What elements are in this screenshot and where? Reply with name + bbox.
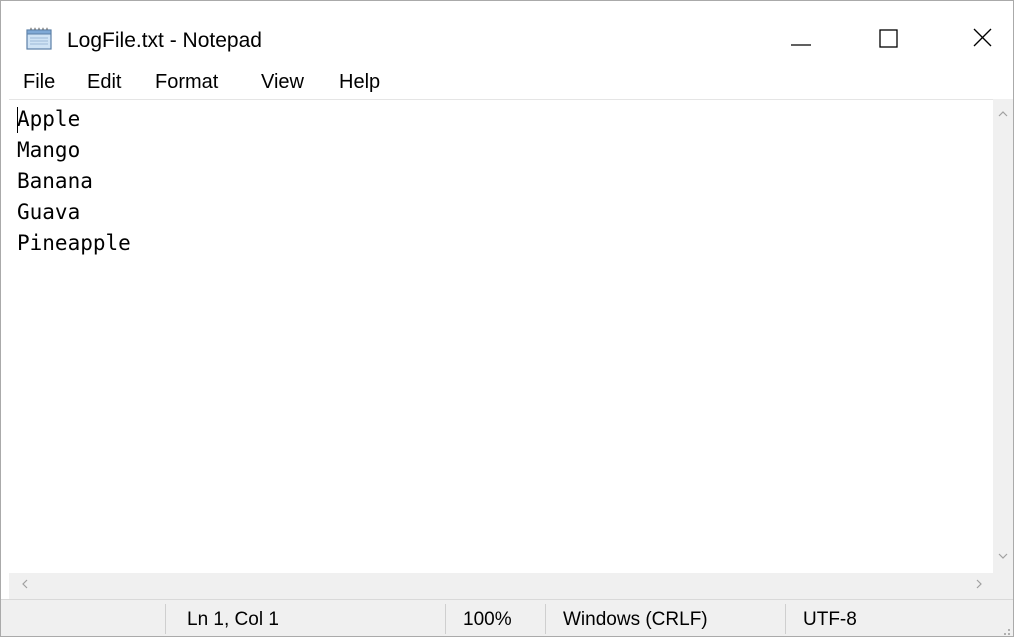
maximize-button[interactable] [859, 15, 919, 63]
chevron-down-icon [997, 548, 1009, 566]
text-line: Mango [17, 138, 81, 162]
chevron-up-icon [997, 106, 1009, 124]
text-caret [17, 107, 18, 133]
notepad-icon[interactable] [25, 27, 55, 51]
menu-edit[interactable]: Edit [83, 69, 125, 95]
status-divider [445, 604, 446, 634]
scroll-up-button[interactable] [993, 105, 1013, 125]
status-divider [545, 604, 546, 634]
scroll-right-button[interactable] [969, 576, 989, 596]
status-line-ending: Windows (CRLF) [563, 609, 708, 630]
close-icon [971, 25, 995, 54]
chevron-left-icon [20, 577, 30, 595]
menu-view[interactable]: View [257, 69, 308, 95]
scroll-left-button[interactable] [15, 576, 35, 596]
text-line: Banana [17, 169, 93, 193]
scroll-down-button[interactable] [993, 547, 1013, 567]
horizontal-scrollbar[interactable] [9, 573, 993, 599]
notepad-window: LogFile.txt - Notepad File Edit Format V… [0, 0, 1014, 637]
text-editor[interactable]: Apple Mango Banana Guava Pineapple [9, 99, 993, 574]
minimize-button[interactable] [771, 15, 831, 63]
menu-file[interactable]: File [19, 69, 59, 95]
status-zoom: 100% [463, 609, 512, 630]
status-bar: Ln 1, Col 1 100% Windows (CRLF) UTF-8 [1, 599, 1013, 636]
vertical-scrollbar[interactable] [993, 99, 1013, 573]
title-bar[interactable]: LogFile.txt - Notepad [1, 1, 1013, 65]
status-cursor-position: Ln 1, Col 1 [187, 609, 279, 630]
menu-bar: File Edit Format View Help [1, 65, 1013, 99]
status-divider [165, 604, 166, 634]
chevron-right-icon [974, 577, 984, 595]
status-divider [785, 604, 786, 634]
text-line: Pineapple [17, 231, 131, 255]
menu-help[interactable]: Help [335, 69, 384, 95]
resize-grip-icon[interactable] [999, 623, 1011, 635]
minimize-icon [789, 25, 813, 54]
window-title: LogFile.txt - Notepad [67, 29, 262, 52]
maximize-icon [877, 25, 901, 54]
status-encoding: UTF-8 [803, 609, 857, 630]
editor-content[interactable]: Apple Mango Banana Guava Pineapple [17, 104, 131, 259]
menu-format[interactable]: Format [151, 69, 222, 95]
text-line: Apple [17, 107, 81, 131]
scrollbar-corner [993, 573, 1013, 599]
text-line: Guava [17, 200, 81, 224]
close-button[interactable] [953, 15, 1013, 63]
